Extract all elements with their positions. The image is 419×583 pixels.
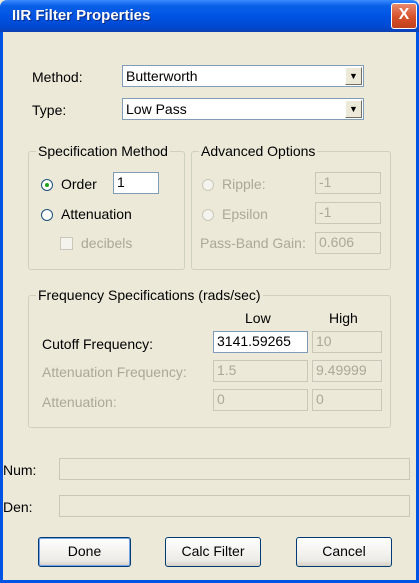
calc-filter-button[interactable]: Calc Filter [165,537,261,567]
epsilon-input[interactable]: -1 [315,202,381,224]
method-select[interactable]: Butterworth ▼ [122,65,364,87]
done-button[interactable]: Done [38,537,131,567]
calc-filter-button-label: Calc Filter [181,543,245,559]
title-bar: IIR Filter Properties X [0,0,419,32]
advanced-options-legend: Advanced Options [199,143,318,159]
pass-band-gain-input[interactable]: 0.606 [315,232,381,254]
attenuation-radio[interactable] [41,209,53,221]
attenuation-value-label: Attenuation: [42,394,117,410]
den-label: Den: [3,499,33,515]
ripple-label: Ripple: [222,176,266,192]
den-field[interactable] [59,495,410,517]
done-button-label: Done [67,543,102,559]
chevron-down-icon[interactable]: ▼ [345,67,362,85]
attenuation-high-input[interactable]: 0 [312,389,382,411]
order-radio[interactable] [41,179,53,191]
order-input[interactable]: 1 [113,172,159,194]
attenuation-low-input[interactable]: 0 [213,389,308,411]
cutoff-high-input[interactable]: 10 [312,331,382,353]
attenuation-frequency-label: Attenuation Frequency: [42,364,187,380]
epsilon-radio[interactable] [202,209,214,221]
attenuation-label: Attenuation [61,206,132,222]
attenuation-frequency-low-input[interactable]: 1.5 [213,360,308,382]
decibels-label: decibels [81,235,133,251]
type-label: Type: [32,102,67,118]
cancel-button-label: Cancel [322,543,366,559]
num-label: Num: [3,462,37,478]
ripple-radio[interactable] [202,179,214,191]
order-label: Order [61,176,97,192]
decibels-checkbox[interactable] [60,237,73,250]
cutoff-low-input[interactable]: 3141.59265 [213,331,308,353]
spec-method-legend: Specification Method [36,143,170,159]
type-select[interactable]: Low Pass ▼ [122,98,364,120]
type-select-value: Low Pass [126,101,187,117]
cancel-button[interactable]: Cancel [296,537,392,567]
chevron-down-icon[interactable]: ▼ [345,100,362,118]
low-column-header: Low [245,310,271,326]
close-icon[interactable]: X [391,3,417,29]
method-select-value: Butterworth [126,68,198,84]
cutoff-frequency-label: Cutoff Frequency: [42,336,154,352]
ripple-input[interactable]: -1 [315,172,381,194]
frequency-specs-legend: Frequency Specifications (rads/sec) [36,287,263,303]
high-column-header: High [329,310,358,326]
window-title: IIR Filter Properties [12,7,151,24]
method-label: Method: [32,69,83,85]
pass-band-gain-label: Pass-Band Gain: [200,235,306,251]
epsilon-label: Epsilon [222,206,268,222]
num-field[interactable] [59,458,410,480]
attenuation-frequency-high-input[interactable]: 9.49999 [312,360,382,382]
